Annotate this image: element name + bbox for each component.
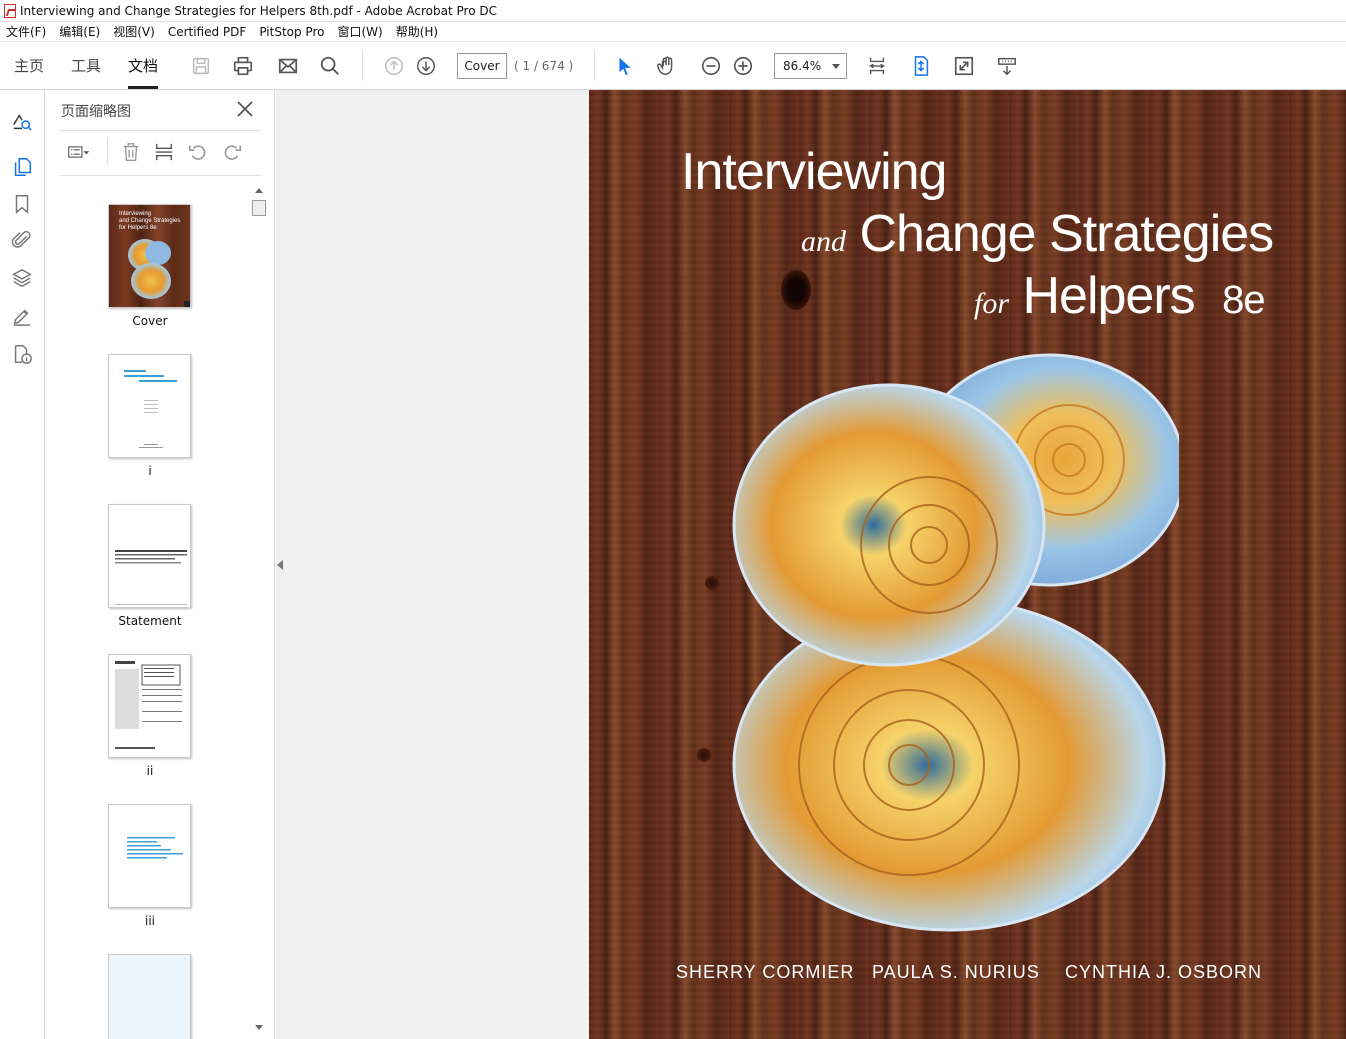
pdf-page-cover: Interviewing and Change Strategies for H… [589, 90, 1346, 1039]
zoom-in-icon[interactable] [731, 54, 755, 78]
menu-window[interactable]: 窗口(W) [337, 23, 382, 40]
cover-title-line1: Interviewing [681, 143, 947, 201]
nautilus-shells-image [732, 353, 1179, 932]
print-icon[interactable] [231, 54, 255, 78]
thumbnail-label: Statement [118, 614, 182, 628]
full-screen-icon[interactable] [952, 54, 976, 78]
cover-title-line2: and Change Strategies [801, 204, 1274, 264]
layers-icon[interactable] [10, 266, 34, 290]
page-thumbnails-icon[interactable] [10, 155, 34, 179]
panel-divider [60, 175, 261, 176]
thumbnail-page-i[interactable] [108, 354, 191, 458]
panel-separator [107, 138, 108, 164]
bookmark-icon[interactable] [10, 192, 34, 216]
more-tools-icon[interactable] [995, 54, 1019, 78]
previous-page-icon[interactable] [382, 54, 406, 78]
thumbnail-page-preview [127, 837, 183, 859]
zoom-level-value: 86.4% [783, 59, 822, 73]
email-icon[interactable] [276, 54, 300, 78]
document-viewer[interactable]: Interviewing and Change Strategies for H… [276, 90, 1346, 1039]
cover-author-2: PAULA S. NURIUS [872, 962, 1040, 982]
thumbnail-label: iii [144, 914, 155, 928]
fit-page-icon[interactable] [909, 54, 933, 78]
next-page-icon[interactable] [414, 54, 438, 78]
menu-pitstop-pro[interactable]: PitStop Pro [259, 25, 324, 39]
main-toolbar: 主页 工具 文档 Cover ( 1 / 674 ) 86.4% [0, 43, 1346, 90]
menu-view[interactable]: 视图(V) [113, 23, 155, 40]
scroll-down-icon[interactable] [255, 1025, 263, 1030]
thumbnail-page-preview [124, 370, 177, 448]
zoom-out-icon[interactable] [699, 54, 723, 78]
insert-page-icon[interactable] [152, 140, 176, 164]
scroll-up-icon[interactable] [255, 188, 263, 193]
signature-icon[interactable] [10, 304, 34, 328]
edit-find-icon[interactable] [10, 109, 34, 133]
thumbnail-cover[interactable]: Interviewing and Change Strategies for H… [108, 204, 191, 308]
toolbar-separator [594, 51, 595, 81]
tab-home[interactable]: 主页 [14, 43, 44, 89]
delete-page-icon[interactable] [119, 140, 143, 164]
save-icon[interactable] [189, 54, 213, 78]
window-title: Interviewing and Change Strategies for H… [20, 3, 497, 18]
thumbnail-page-preview [115, 661, 182, 749]
thumbnail-scrollbar[interactable] [252, 183, 266, 1035]
panel-title: 页面缩略图 [61, 104, 131, 120]
title-bar: Interviewing and Change Strategies for H… [0, 0, 1346, 22]
current-page-marker [184, 301, 190, 307]
cover-author-1: SHERRY CORMIER [676, 962, 855, 982]
select-cursor-icon[interactable] [613, 54, 637, 78]
close-icon[interactable] [235, 99, 255, 119]
thumbnail-page-preview [115, 550, 187, 605]
panel-divider [60, 130, 261, 131]
page-number-input[interactable]: Cover [457, 53, 507, 79]
wood-nail [705, 576, 719, 590]
page-thumbnails-panel: 页面缩略图 Interviewing and Change Strategies… [45, 90, 275, 1039]
thumbnail-page-partial[interactable] [108, 954, 191, 1039]
hand-tool-icon[interactable] [655, 54, 679, 78]
page-display-icon[interactable] [865, 54, 889, 78]
cover-title-change-strategies: Change Strategies [859, 205, 1274, 263]
tab-document[interactable]: 文档 [128, 43, 159, 89]
thumbnail-label: i [148, 464, 152, 478]
thumbnail-options-icon[interactable] [63, 140, 95, 164]
thumbnail-page-iii[interactable] [108, 804, 191, 908]
collapse-panel-icon[interactable] [277, 560, 283, 570]
thumbnail-label: Cover [132, 314, 168, 328]
menu-certified-pdf[interactable]: Certified PDF [168, 25, 247, 39]
cover-author-3: CYNTHIA J. OSBORN [1065, 962, 1263, 982]
rotate-counterclockwise-icon[interactable] [186, 140, 210, 164]
page-count: ( 1 / 674 ) [514, 59, 574, 73]
scroll-thumb[interactable] [252, 200, 266, 216]
document-info-icon[interactable] [10, 342, 34, 366]
left-navigation-rail [0, 90, 45, 1039]
thumbnail-label: ii [146, 764, 154, 778]
menu-bar: 文件(F) 编辑(E) 视图(V) Certified PDF PitStop … [0, 22, 1346, 42]
wood-nail [697, 748, 711, 762]
rotate-clockwise-icon[interactable] [220, 140, 244, 164]
thumbnail-page-ii[interactable] [108, 654, 191, 758]
cover-edition: 8e [1222, 278, 1265, 322]
search-icon[interactable] [318, 54, 342, 78]
chevron-down-icon [832, 64, 840, 69]
thumbnail-shell-image [128, 239, 171, 299]
acrobat-pdf-icon [4, 3, 16, 18]
attachment-icon[interactable] [10, 228, 34, 252]
zoom-level-select[interactable]: 86.4% [774, 53, 847, 79]
menu-edit[interactable]: 编辑(E) [59, 23, 100, 40]
thumbnail-statement[interactable] [108, 504, 191, 608]
thumbnail-cover-title: Interviewing and Change Strategies for H… [119, 211, 181, 231]
tab-tools[interactable]: 工具 [71, 43, 101, 89]
menu-help[interactable]: 帮助(H) [396, 23, 438, 40]
toolbar-separator [362, 51, 363, 81]
menu-file[interactable]: 文件(F) [6, 23, 46, 40]
cover-title-and: and [801, 225, 846, 258]
